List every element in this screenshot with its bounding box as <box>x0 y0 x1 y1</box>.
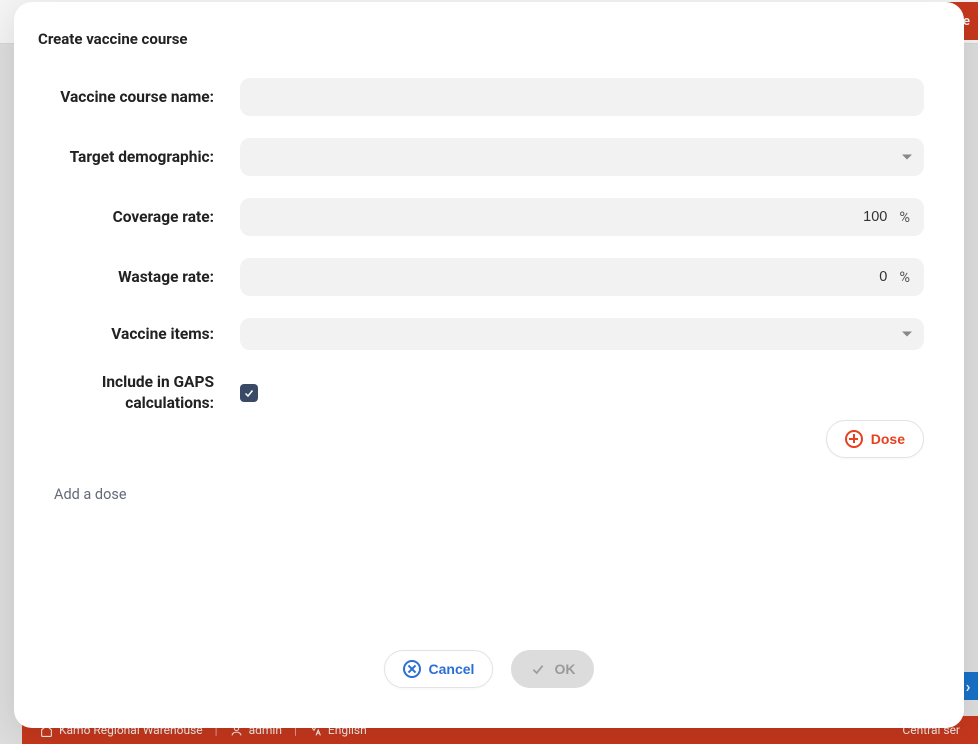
create-vaccine-course-modal: Create vaccine course Vaccine course nam… <box>14 2 964 728</box>
x-circle-icon <box>403 660 421 678</box>
modal-form: Vaccine course name: Target demographic:… <box>14 64 964 414</box>
target-demographic-select[interactable] <box>240 138 924 176</box>
vaccine-course-name-field[interactable] <box>254 78 910 116</box>
modal-footer: Cancel OK <box>14 628 964 728</box>
label-vaccine-course-name: Vaccine course name: <box>54 87 214 108</box>
add-dose-button-label: Dose <box>871 431 905 447</box>
coverage-rate-input[interactable]: % <box>240 198 924 236</box>
cancel-button[interactable]: Cancel <box>384 650 494 688</box>
caret-down-icon <box>902 332 912 337</box>
vaccine-items-select[interactable] <box>240 318 924 350</box>
ok-button[interactable]: OK <box>511 650 594 688</box>
wastage-rate-field[interactable] <box>254 258 891 296</box>
label-wastage-rate: Wastage rate: <box>54 267 214 288</box>
caret-down-icon <box>902 155 912 160</box>
add-dose-button[interactable]: Dose <box>826 420 924 458</box>
check-icon <box>530 661 546 677</box>
wastage-rate-suffix: % <box>899 269 910 286</box>
check-icon <box>243 387 255 399</box>
wastage-rate-input[interactable]: % <box>240 258 924 296</box>
modal-title: Create vaccine course <box>14 2 964 64</box>
label-include-gaps: Include in GAPS calculations: <box>54 372 214 414</box>
coverage-rate-suffix: % <box>899 209 910 226</box>
include-gaps-checkbox[interactable] <box>240 384 258 402</box>
label-vaccine-items: Vaccine items: <box>54 324 214 345</box>
label-target-demographic: Target demographic: <box>54 147 214 168</box>
ok-button-label: OK <box>554 661 575 677</box>
cancel-button-label: Cancel <box>429 661 475 677</box>
label-coverage-rate: Coverage rate: <box>54 207 214 228</box>
plus-circle-icon <box>845 430 863 448</box>
vaccine-course-name-input[interactable] <box>240 78 924 116</box>
add-a-dose-hint: Add a dose <box>14 458 964 503</box>
coverage-rate-field[interactable] <box>254 198 891 236</box>
